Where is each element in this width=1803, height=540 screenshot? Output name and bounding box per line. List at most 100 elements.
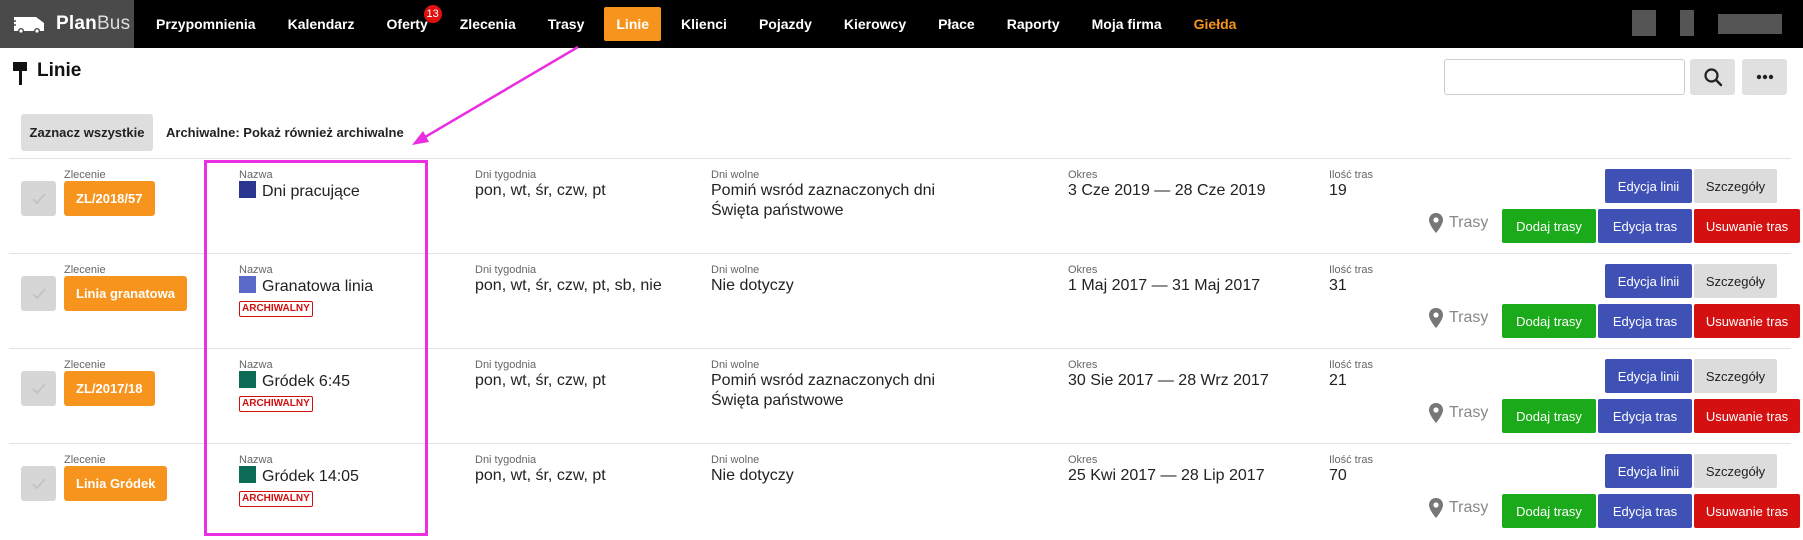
nav-item-kierowcy[interactable]: Kierowcy bbox=[828, 7, 922, 41]
period-label: Okres bbox=[1068, 169, 1098, 181]
period-label: Okres bbox=[1068, 359, 1098, 371]
nav-item-moja-firma[interactable]: Moja firma bbox=[1076, 7, 1178, 41]
period-value: 30 Sie 2017 — 28 Wrz 2017 bbox=[1068, 372, 1269, 389]
period-value: 25 Kwi 2017 — 28 Lip 2017 bbox=[1068, 467, 1265, 484]
routes-link[interactable]: Trasy bbox=[1429, 498, 1488, 518]
check-icon bbox=[31, 287, 46, 299]
routes-link-label: Trasy bbox=[1449, 499, 1489, 516]
order-label: Zlecenie bbox=[64, 169, 106, 181]
routes-link-label: Trasy bbox=[1449, 214, 1489, 231]
select-all-button[interactable]: Zaznacz wszystkie bbox=[21, 114, 153, 151]
route-count-value: 21 bbox=[1329, 372, 1347, 389]
days-off-value: Nie dotyczy bbox=[711, 467, 794, 484]
days-off-value-2: Święta państwowe bbox=[711, 202, 844, 219]
archive-filter-toggle[interactable]: Archiwalne: Pokaż również archiwalne bbox=[166, 125, 404, 140]
route-count-value: 31 bbox=[1329, 277, 1347, 294]
row-checkbox[interactable] bbox=[21, 181, 56, 216]
details-button[interactable]: Szczegóły bbox=[1694, 169, 1777, 203]
nav-item-place[interactable]: Płace bbox=[922, 7, 991, 41]
edit-routes-button[interactable]: Edycja tras bbox=[1598, 399, 1692, 433]
search-icon bbox=[1703, 68, 1722, 87]
period-label: Okres bbox=[1068, 454, 1098, 466]
edit-line-button[interactable]: Edycja linii bbox=[1605, 359, 1692, 393]
nav-item-oferty-label: Oferty bbox=[386, 16, 428, 32]
search-button[interactable] bbox=[1690, 59, 1735, 95]
edit-routes-button[interactable]: Edycja tras bbox=[1598, 304, 1692, 338]
days-off-value: Pomiń wsród zaznaczonych dni bbox=[711, 182, 936, 199]
add-routes-button[interactable]: Dodaj trasy bbox=[1502, 399, 1596, 433]
nav-item-klienci[interactable]: Klienci bbox=[665, 7, 743, 41]
app-name: PlanBus bbox=[56, 13, 131, 34]
delete-routes-button[interactable]: Usuwanie tras bbox=[1694, 399, 1800, 433]
check-icon bbox=[31, 192, 46, 204]
weekdays-label: Dni tygodnia bbox=[475, 169, 537, 181]
weekdays-label: Dni tygodnia bbox=[475, 264, 537, 276]
app-logo[interactable]: PlanBus bbox=[0, 0, 134, 48]
delete-routes-button[interactable]: Usuwanie tras bbox=[1694, 494, 1800, 528]
row-checkbox[interactable] bbox=[21, 371, 56, 406]
map-pin-icon bbox=[1429, 308, 1443, 328]
row-checkbox[interactable] bbox=[21, 466, 56, 501]
delete-routes-button[interactable]: Usuwanie tras bbox=[1694, 209, 1800, 243]
edit-line-button[interactable]: Edycja linii bbox=[1605, 454, 1692, 488]
order-label: Zlecenie bbox=[64, 359, 106, 371]
nav-item-kalendarz[interactable]: Kalendarz bbox=[272, 7, 371, 41]
edit-line-button[interactable]: Edycja linii bbox=[1605, 264, 1692, 298]
order-button[interactable]: ZL/2017/18 bbox=[64, 371, 155, 406]
days-off-label: Dni wolne bbox=[711, 264, 760, 276]
delete-routes-button[interactable]: Usuwanie tras bbox=[1694, 304, 1800, 338]
bus-logo-icon bbox=[10, 17, 44, 34]
routes-link[interactable]: Trasy bbox=[1429, 308, 1488, 328]
route-count-label: Ilość tras bbox=[1329, 454, 1374, 466]
weekdays-value: pon, wt, śr, czw, pt bbox=[475, 372, 606, 389]
order-button[interactable]: Linia granatowa bbox=[64, 276, 187, 311]
route-count-label: Ilość tras bbox=[1329, 359, 1374, 371]
nav-item-zlecenia[interactable]: Zlecenia bbox=[444, 7, 532, 41]
order-label: Zlecenie bbox=[64, 264, 106, 276]
signpost-icon bbox=[13, 62, 27, 85]
check-icon bbox=[31, 477, 46, 489]
annotation-highlight-box bbox=[204, 160, 428, 536]
order-button[interactable]: ZL/2018/57 bbox=[64, 181, 155, 216]
days-off-value-2: Święta państwowe bbox=[711, 392, 844, 409]
nav-item-trasy[interactable]: Trasy bbox=[532, 7, 601, 41]
order-button[interactable]: Linia Gródek bbox=[64, 466, 168, 501]
period-value: 3 Cze 2019 — 28 Cze 2019 bbox=[1068, 182, 1266, 199]
page-title: Linie bbox=[37, 60, 82, 81]
more-options-button[interactable] bbox=[1742, 59, 1787, 95]
edit-line-button[interactable]: Edycja linii bbox=[1605, 169, 1692, 203]
main-nav: Przypomnienia Kalendarz Oferty 13 Zleceni… bbox=[140, 0, 1252, 48]
routes-link[interactable]: Trasy bbox=[1429, 403, 1488, 423]
nav-item-oferty[interactable]: Oferty 13 bbox=[371, 5, 444, 41]
add-routes-button[interactable]: Dodaj trasy bbox=[1502, 304, 1596, 338]
days-off-value: Nie dotyczy bbox=[711, 277, 794, 294]
days-off-label: Dni wolne bbox=[711, 454, 760, 466]
user-menu-blur[interactable] bbox=[1680, 10, 1694, 36]
details-button[interactable]: Szczegóły bbox=[1694, 264, 1777, 298]
nav-item-raporty[interactable]: Raporty bbox=[991, 7, 1076, 41]
weekdays-value: pon, wt, śr, czw, pt bbox=[475, 182, 606, 199]
nav-item-linie[interactable]: Linie bbox=[604, 7, 662, 41]
routes-link-label: Trasy bbox=[1449, 404, 1489, 421]
nav-item-pojazdy[interactable]: Pojazdy bbox=[743, 7, 828, 41]
search-input[interactable] bbox=[1444, 59, 1685, 95]
route-count-label: Ilość tras bbox=[1329, 169, 1374, 181]
map-pin-icon bbox=[1429, 498, 1443, 518]
row-checkbox[interactable] bbox=[21, 276, 56, 311]
order-label: Zlecenie bbox=[64, 454, 106, 466]
user-name-blur[interactable] bbox=[1718, 14, 1782, 34]
add-routes-button[interactable]: Dodaj trasy bbox=[1502, 209, 1596, 243]
notification-badge: 13 bbox=[423, 5, 442, 23]
nav-item-gielda[interactable]: Giełda bbox=[1178, 7, 1253, 41]
edit-routes-button[interactable]: Edycja tras bbox=[1598, 209, 1692, 243]
period-label: Okres bbox=[1068, 264, 1098, 276]
user-avatar[interactable] bbox=[1632, 10, 1656, 36]
details-button[interactable]: Szczegóły bbox=[1694, 454, 1777, 488]
edit-routes-button[interactable]: Edycja tras bbox=[1598, 494, 1692, 528]
route-count-label: Ilość tras bbox=[1329, 264, 1374, 276]
add-routes-button[interactable]: Dodaj trasy bbox=[1502, 494, 1596, 528]
top-navbar: PlanBus Przypomnienia Kalendarz Oferty 13… bbox=[0, 0, 1803, 48]
routes-link[interactable]: Trasy bbox=[1429, 213, 1488, 233]
details-button[interactable]: Szczegóły bbox=[1694, 359, 1777, 393]
nav-item-przypomnienia[interactable]: Przypomnienia bbox=[140, 7, 272, 41]
